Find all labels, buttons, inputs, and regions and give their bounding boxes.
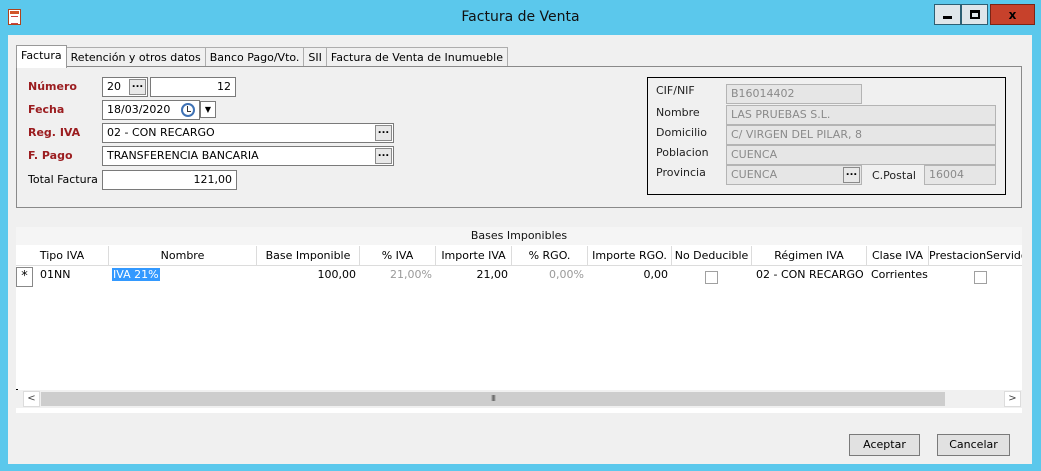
cif-label: CIF/NIF — [656, 84, 695, 97]
numero-field[interactable]: 12 — [150, 77, 236, 97]
cell-importe-rgo[interactable]: 0,00 — [588, 267, 669, 285]
cell-base-imponible[interactable]: 100,00 — [257, 267, 357, 285]
window-title: Factura de Venta — [461, 9, 580, 25]
new-row-marker[interactable]: * — [16, 267, 33, 287]
column-header-importe-rgo[interactable]: Importe RGO. — [588, 246, 672, 266]
provincia-lookup-button[interactable]: ... — [843, 167, 860, 183]
cell-pct-iva[interactable]: 21,00% — [360, 267, 432, 285]
column-header-pct-iva[interactable]: % IVA — [360, 246, 436, 266]
cell-regimen-iva[interactable]: 02 - CON RECARGO — [756, 267, 864, 285]
chevron-down-icon: ▼ — [204, 105, 212, 114]
provincia-field: CUENCA — [726, 165, 862, 185]
scroll-right-button[interactable]: > — [1004, 391, 1021, 407]
cpostal-field: 16004 — [924, 165, 996, 185]
no-deducible-checkbox[interactable] — [705, 271, 718, 284]
fecha-dropdown-button[interactable]: ▼ — [200, 101, 216, 118]
column-header-importe-iva[interactable]: Importe IVA — [436, 246, 512, 266]
cell-nombre-selected-text[interactable]: IVA 21% — [112, 268, 160, 281]
tab-factura-inmueble[interactable]: Factura de Venta de Inumueble — [325, 47, 508, 68]
column-header-clase-iva[interactable]: Clase IVA — [867, 246, 929, 266]
grid-caption: Bases Imponibles — [16, 227, 1022, 245]
column-header-pct-rgo[interactable]: % RGO. — [512, 246, 588, 266]
close-button[interactable]: x — [990, 4, 1035, 25]
prestacion-servicios-checkbox[interactable] — [974, 271, 987, 284]
provincia-label: Provincia — [656, 166, 706, 179]
reg-iva-label: Reg. IVA — [28, 126, 81, 139]
minimize-button[interactable] — [934, 4, 961, 25]
minimize-icon — [943, 16, 952, 19]
calendar-button[interactable] — [180, 102, 198, 118]
scroll-thumb[interactable]: III — [41, 392, 945, 406]
poblacion-label: Poblacion — [656, 146, 709, 159]
poblacion-field: CUENCA — [726, 145, 996, 165]
domicilio-label: Domicilio — [656, 126, 707, 139]
nombre-cliente-field: LAS PRUEBAS S.L. — [726, 105, 996, 125]
tab-strip: Factura Retención y otros datos Banco Pa… — [16, 45, 508, 68]
reg-iva-lookup-button[interactable]: ... — [375, 125, 392, 141]
numero-label: Número — [28, 80, 77, 93]
f-pago-label: F. Pago — [28, 149, 73, 162]
factura-panel: Número 20 ... 12 Fecha 18/03/2020 ▼ Reg.… — [16, 66, 1022, 208]
aceptar-button[interactable]: Aceptar — [849, 434, 920, 456]
bases-imponibles-grid: Bases Imponibles Tipo IVA Nombre Base Im… — [16, 227, 1022, 413]
cif-field: B16014402 — [726, 84, 862, 104]
close-icon: x — [1008, 7, 1017, 22]
cpostal-label: C.Postal — [872, 169, 916, 182]
scroll-left-button[interactable]: < — [23, 391, 40, 407]
column-header-base-imponible[interactable]: Base Imponible — [257, 246, 360, 266]
cell-tipo-iva[interactable]: 01NN — [40, 267, 70, 285]
f-pago-field[interactable]: TRANSFERENCIA BANCARIA — [102, 146, 394, 166]
clock-icon — [181, 103, 195, 117]
reg-iva-field[interactable]: 02 - CON RECARGO — [102, 123, 394, 143]
f-pago-lookup-button[interactable]: ... — [375, 148, 392, 164]
maximize-button[interactable] — [961, 4, 988, 25]
cell-pct-rgo[interactable]: 0,00% — [512, 267, 584, 285]
invoice-window: Factura de Venta x Factura Retención y o… — [0, 0, 1041, 471]
nombre-cliente-label: Nombre — [656, 106, 700, 119]
tab-factura[interactable]: Factura — [16, 45, 67, 68]
total-factura-field: 121,00 — [102, 170, 237, 190]
dialog-body: Factura Retención y otros datos Banco Pa… — [8, 35, 1032, 464]
fecha-label: Fecha — [28, 103, 65, 116]
column-header-no-deducible[interactable]: No Deducible — [672, 246, 752, 266]
tab-sii[interactable]: SII — [303, 47, 327, 68]
tab-retencion[interactable]: Retención y otros datos — [65, 47, 206, 68]
tab-banco-pago[interactable]: Banco Pago/Vto. — [204, 47, 305, 68]
title-bar[interactable]: Factura de Venta x — [0, 0, 1041, 36]
total-factura-label: Total Factura — [28, 173, 98, 186]
cell-importe-iva[interactable]: 21,00 — [436, 267, 509, 285]
column-header-tipo-iva[interactable]: Tipo IVA — [16, 246, 109, 266]
maximize-icon — [969, 10, 980, 19]
cliente-box: CIF/NIF B16014402 Nombre LAS PRUEBAS S.L… — [647, 77, 1006, 195]
domicilio-field: C/ VIRGEN DEL PILAR, 8 — [726, 125, 996, 145]
cancelar-button[interactable]: Cancelar — [937, 434, 1010, 456]
column-header-regimen-iva[interactable]: Régimen IVA — [752, 246, 867, 266]
cell-clase-iva[interactable]: Corrientes — [871, 267, 928, 285]
numero-serie-lookup-button[interactable]: ... — [129, 79, 146, 95]
horizontal-scrollbar[interactable]: < III > — [16, 390, 1022, 408]
column-header-nombre[interactable]: Nombre — [109, 246, 257, 266]
cell-nombre[interactable]: IVA 21% — [112, 267, 160, 285]
column-header-prestacion-servicios[interactable]: PrestacionServidos — [929, 246, 1022, 266]
